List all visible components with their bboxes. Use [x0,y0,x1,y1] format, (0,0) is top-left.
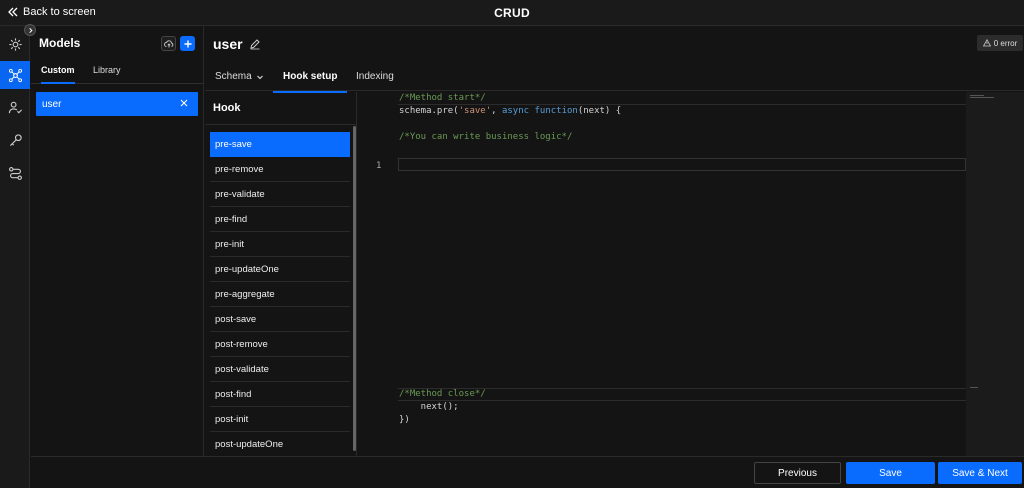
divider [205,124,356,125]
divider [398,104,966,105]
rail-users[interactable] [0,93,30,121]
closing-brace-line: }) [399,415,410,425]
page-title: user [213,36,261,52]
divider [398,400,966,401]
key-icon [9,133,22,146]
save-button[interactable]: Save [846,462,935,484]
method-close-comment: /*Method close*/ [399,389,486,399]
line-number: 1 [376,161,382,171]
error-count-badge[interactable]: 0 error [977,35,1023,51]
hook-item[interactable]: post-validate [210,357,350,382]
code-token: schema.pre( [399,106,459,116]
minimap-line [970,387,978,388]
hook-item[interactable]: pre-find [210,207,350,232]
editor-minimap[interactable] [966,92,1024,456]
tab-library[interactable]: Library [93,65,121,82]
user-check-icon [8,101,22,113]
top-bar: Back to screen CRUD [0,0,1024,26]
hook-item[interactable]: pre-save [210,132,350,157]
next-call-line: next(); [399,402,459,412]
code-token-keyword: function [534,106,578,116]
tab-indexing-label: Indexing [356,71,394,82]
model-name: user [213,36,243,52]
rail-models[interactable] [0,61,30,89]
chevron-right-icon [28,27,33,33]
code-token-string: 'save' [458,106,492,116]
code-token: (next) { [577,106,622,116]
minimap-line [970,95,984,96]
settings-gear-icon [8,37,22,51]
save-and-next-button[interactable]: Save & Next [938,462,1022,484]
minimap-line [970,97,994,98]
hook-header: Hook [213,102,241,114]
rail-routes[interactable] [0,159,30,187]
tab-indexing[interactable]: Indexing [356,71,394,91]
tab-schema-label: Schema [215,71,252,82]
close-icon[interactable] [179,98,189,108]
main-tabs: Schema Hook setup Indexing [205,64,1024,93]
business-logic-comment: /*You can write business logic*/ [399,132,573,142]
cloud-upload-icon [163,39,173,47]
model-item-user[interactable]: user [36,92,198,116]
hook-item[interactable]: post-save [210,307,350,332]
collapse-sidebar-button[interactable] [24,24,36,36]
hook-item[interactable]: pre-updateOne [210,257,350,282]
tab-custom[interactable]: Custom [41,65,75,84]
model-network-icon [8,68,22,82]
model-tabs: Custom Library [31,60,203,84]
hook-item[interactable]: post-find [210,382,350,407]
hook-item[interactable]: post-remove [210,332,350,357]
upload-model-button[interactable] [161,36,176,51]
previous-button[interactable]: Previous [754,462,841,484]
models-title: Models [39,36,81,50]
code-token: , [491,106,502,116]
hook-list-panel: Hook pre-save pre-remove pre-validate pr… [205,92,357,456]
tab-hook-setup-label: Hook setup [283,71,338,82]
method-start-comment: /*Method start*/ [399,93,486,103]
app-title: CRUD [494,6,530,20]
hook-item[interactable]: pre-aggregate [210,282,350,307]
add-model-button[interactable] [180,36,195,51]
model-item-label: user [42,98,62,110]
edit-pencil-icon[interactable] [249,38,261,50]
schema-pre-line: schema.pre('save', async function(next) … [399,106,621,116]
hook-item[interactable]: pre-remove [210,157,350,182]
flow-route-icon [8,166,22,180]
editable-code-line[interactable] [398,158,966,171]
code-editor[interactable]: /*Method start*/ schema.pre('save', asyn… [358,92,1024,456]
hook-item[interactable]: pre-init [210,232,350,257]
hook-item[interactable]: post-init [210,407,350,432]
code-token-keyword: async [501,106,530,116]
tab-schema[interactable]: Schema [215,71,264,91]
error-count-label: 0 error [993,38,1018,48]
footer-bar: Previous Save Save & Next [31,456,1024,488]
plus-icon [184,40,191,47]
hook-list-scrollbar[interactable] [353,126,356,451]
models-panel: Models Custom Library user [31,26,204,456]
hook-item[interactable]: pre-validate [210,182,350,207]
chevron-down-icon [256,75,263,79]
rail-keys[interactable] [0,126,30,154]
tab-hook-setup[interactable]: Hook setup [273,71,348,93]
warning-icon [982,39,991,47]
left-rail [0,26,30,488]
hook-item[interactable]: post-updateOne [210,432,350,456]
